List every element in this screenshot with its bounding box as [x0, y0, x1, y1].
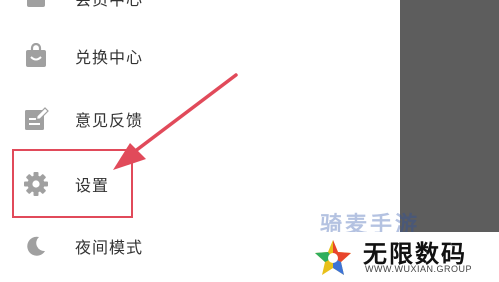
menu-icon [22, 0, 50, 12]
edit-note-icon [22, 105, 50, 133]
menu-item-label: 会员中心 [75, 0, 144, 9]
menu-item-label: 夜间模式 [75, 240, 144, 257]
watermark-logo-icon [315, 240, 351, 275]
menu-item-feedback[interactable]: 意见反馈 [0, 99, 300, 139]
shopping-bag-icon [22, 42, 50, 70]
menu-item-top-partial[interactable]: 会员中心 [0, 0, 300, 18]
watermark: 无限数码 WWW.WUXIAN.GROUP [305, 232, 499, 282]
menu-item-night-mode[interactable]: 夜间模式 [0, 226, 300, 266]
watermark-subtitle: WWW.WUXIAN.GROUP [365, 264, 472, 274]
menu-item-label: 意见反馈 [75, 113, 144, 130]
menu-item-exchange-center[interactable]: 兑换中心 [0, 36, 300, 76]
annotation-highlight-box [12, 149, 133, 218]
moon-icon [22, 232, 50, 260]
menu-item-label: 兑换中心 [75, 50, 144, 67]
